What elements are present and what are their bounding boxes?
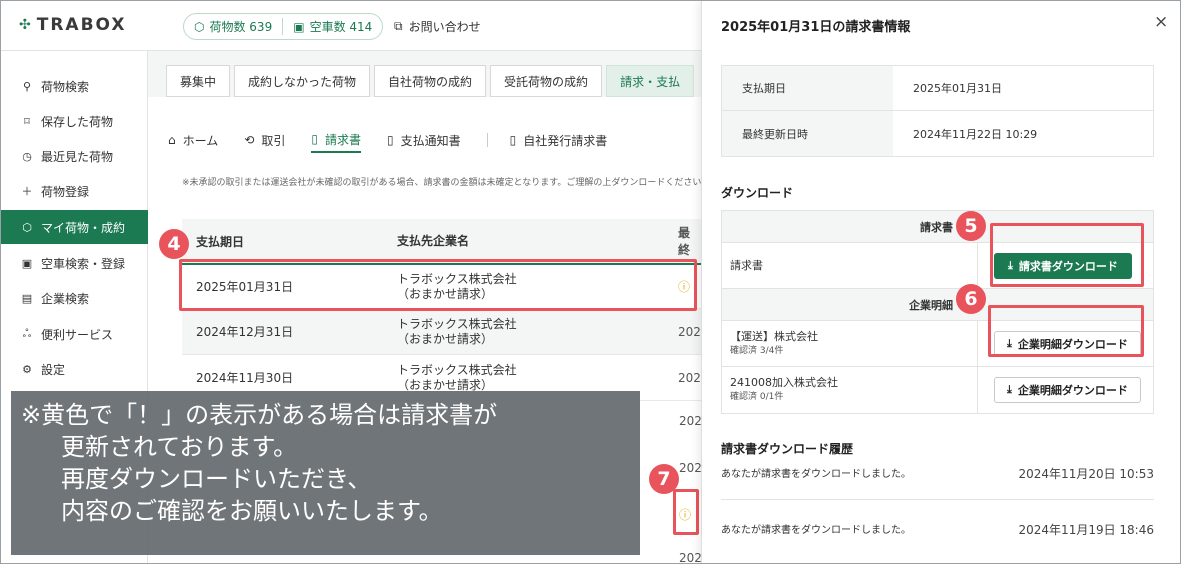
logo-mark-icon: ✣ xyxy=(19,17,31,33)
drawer-title: 2025年01月31日の請求書情報 xyxy=(721,20,911,35)
divider xyxy=(721,499,1154,500)
subnav-deals[interactable]: ⟲ 取引 xyxy=(244,127,285,153)
company-name: 241008加入株式会社 xyxy=(730,376,838,389)
subnav-payment-notices[interactable]: ▯ 支払通知書 xyxy=(387,127,461,153)
box-icon: ⬡ xyxy=(22,220,32,234)
trabox-logo[interactable]: ✣ TRABOX xyxy=(19,15,127,35)
info-key: 支払期日 xyxy=(722,66,893,110)
step-badge-4: 4 xyxy=(159,229,189,259)
step-badge-5: 5 xyxy=(956,211,986,241)
search-icon: ⚲ xyxy=(22,79,32,93)
external-link-icon: ⧉ xyxy=(394,19,403,33)
sidebar-item-saved-cargo[interactable]: ⌑ 保存した荷物 xyxy=(1,104,148,138)
document-icon: ▯ xyxy=(311,132,318,146)
row-last-cell: 202 xyxy=(679,414,702,428)
info-key: 最終更新日時 xyxy=(722,111,893,156)
billing-subnav: ⌂ ホーム ⟲ 取引 ▯ 請求書 ▯ 支払通知書 ▯ 自社発行請求書 xyxy=(168,127,633,153)
sidebar-item-recent-cargo[interactable]: ◷ 最近見た荷物 xyxy=(1,139,148,173)
download-icon: ⤓ xyxy=(1007,383,1012,396)
document-icon: ▯ xyxy=(509,133,517,147)
sidebar-item-cargo-register[interactable]: ＋ 荷物登録 xyxy=(1,174,148,208)
info-value: 2024年11月22日 10:29 xyxy=(913,127,1038,141)
company-status: 確認済 0/1件 xyxy=(730,392,784,402)
invoice-info-table: 支払期日 2025年01月31日 最終更新日時 2024年11月22日 10:2… xyxy=(721,65,1154,157)
invoice-label: 請求書 xyxy=(730,259,763,272)
header-payee: 支払先企業名 xyxy=(397,233,470,248)
document-icon: ▯ xyxy=(386,133,394,147)
clock-icon: ◷ xyxy=(22,149,32,163)
tab-billing-payment[interactable]: 請求・支払 xyxy=(606,65,695,97)
truck-icon: ▣ xyxy=(293,19,305,34)
tab-consigned-contracts[interactable]: 受託荷物の成約 xyxy=(490,65,603,97)
top-bar: ✣ TRABOX ⬡ 荷物数 639 ▣ 空車数 414 ⧉ お問い合わせ xyxy=(1,1,701,51)
subnav-invoices[interactable]: ▯ 請求書 xyxy=(311,127,361,153)
tab-bar: 募集中 成約しなかった荷物 自社荷物の成約 受託荷物の成約 請求・支払 xyxy=(166,65,695,97)
bookmark-icon: ⌑ xyxy=(24,114,30,128)
step-badge-7: 7 xyxy=(649,464,679,494)
gear-icon: ⚙ xyxy=(22,362,32,376)
building-icon: ▤ xyxy=(21,291,33,305)
highlight-invoice-download xyxy=(990,223,1144,287)
sidebar-item-company-search[interactable]: ▤ 企業検索 xyxy=(1,281,148,315)
vehicle-count[interactable]: ▣ 空車数 414 xyxy=(283,18,382,35)
truck-icon: ▣ xyxy=(21,256,33,270)
history-heading: 請求書ダウンロード履歴 xyxy=(721,442,854,456)
company-name: 【運送】株式会社 xyxy=(730,329,818,343)
tab-recruiting[interactable]: 募集中 xyxy=(166,65,231,97)
history-item: あなたが請求書をダウンロードしました。 2024年11月20日 10:53 xyxy=(721,467,1154,481)
history-item: あなたが請求書をダウンロードしました。 2024年11月19日 18:46 xyxy=(721,523,1154,537)
invoice-info-drawer: 2025年01月31日の請求書情報 × 支払期日 2025年01月31日 最終更… xyxy=(701,1,1180,563)
home-icon: ⌂ xyxy=(168,133,176,147)
download-heading: ダウンロード xyxy=(721,186,794,200)
tab-not-contracted[interactable]: 成約しなかった荷物 xyxy=(234,65,371,97)
sidebar-item-services[interactable]: ஃ 便利サービス xyxy=(1,317,148,351)
table-row[interactable]: 2024年12月31日 トラボックス株式会社 （おまかせ請求） 202 xyxy=(182,309,701,355)
logo-text: TRABOX xyxy=(36,15,127,35)
subnav-self-invoices[interactable]: ▯ 自社発行請求書 xyxy=(510,127,608,153)
table-header: 支払期日 支払先企業名 最終 xyxy=(182,219,701,263)
highlight-company-download xyxy=(988,305,1144,357)
header-due-date: 支払期日 xyxy=(196,234,245,249)
sidebar-item-settings[interactable]: ⚙ 設定 xyxy=(1,352,148,386)
sidebar-item-my-cargo[interactable]: ⬡ マイ荷物・成約 xyxy=(1,210,148,244)
close-icon[interactable]: × xyxy=(1154,12,1168,32)
stats-pill: ⬡ 荷物数 639 ▣ 空車数 414 xyxy=(183,13,384,40)
plus-icon: ＋ xyxy=(21,185,33,198)
subnav-home[interactable]: ⌂ ホーム xyxy=(168,127,218,153)
handshake-icon: ⟲ xyxy=(244,133,255,147)
invoice-notice: ※未承認の取引または運送会社が未確認の取引がある場合、請求書の金額は未確定となり… xyxy=(182,178,711,188)
box-icon: ⬡ xyxy=(194,19,205,34)
app-window: ✣ TRABOX ⬡ 荷物数 639 ▣ 空車数 414 ⧉ お問い合わせ ⚲ … xyxy=(0,0,1181,564)
cargo-count[interactable]: ⬡ 荷物数 639 xyxy=(184,18,282,35)
company-status: 確認済 3/4件 xyxy=(730,345,784,356)
company-detail-download-button[interactable]: ⤓ 企業明細ダウンロード xyxy=(994,377,1141,403)
row-last-cell: 202 xyxy=(679,461,702,475)
people-icon: ஃ xyxy=(22,326,32,340)
divider xyxy=(486,133,488,147)
tab-own-contracts[interactable]: 自社荷物の成約 xyxy=(374,65,487,97)
header-last-updated: 最終 xyxy=(678,226,691,257)
contact-link[interactable]: ⧉ お問い合わせ xyxy=(394,18,481,35)
highlight-selected-row xyxy=(179,259,697,311)
step-badge-6: 6 xyxy=(956,284,986,314)
sidebar-item-vehicle-search[interactable]: ▣ 空車検索・登録 xyxy=(1,246,148,280)
sidebar-item-cargo-search[interactable]: ⚲ 荷物検索 xyxy=(1,69,148,103)
highlight-warning-icon xyxy=(673,489,699,535)
annotation-note: ※黄色で「！」の表示がある場合は請求書が 更新されております。 再度ダウンロード… xyxy=(11,391,640,555)
info-value: 2025年01月31日 xyxy=(913,82,1002,95)
row-last-cell: 202 xyxy=(679,551,702,564)
